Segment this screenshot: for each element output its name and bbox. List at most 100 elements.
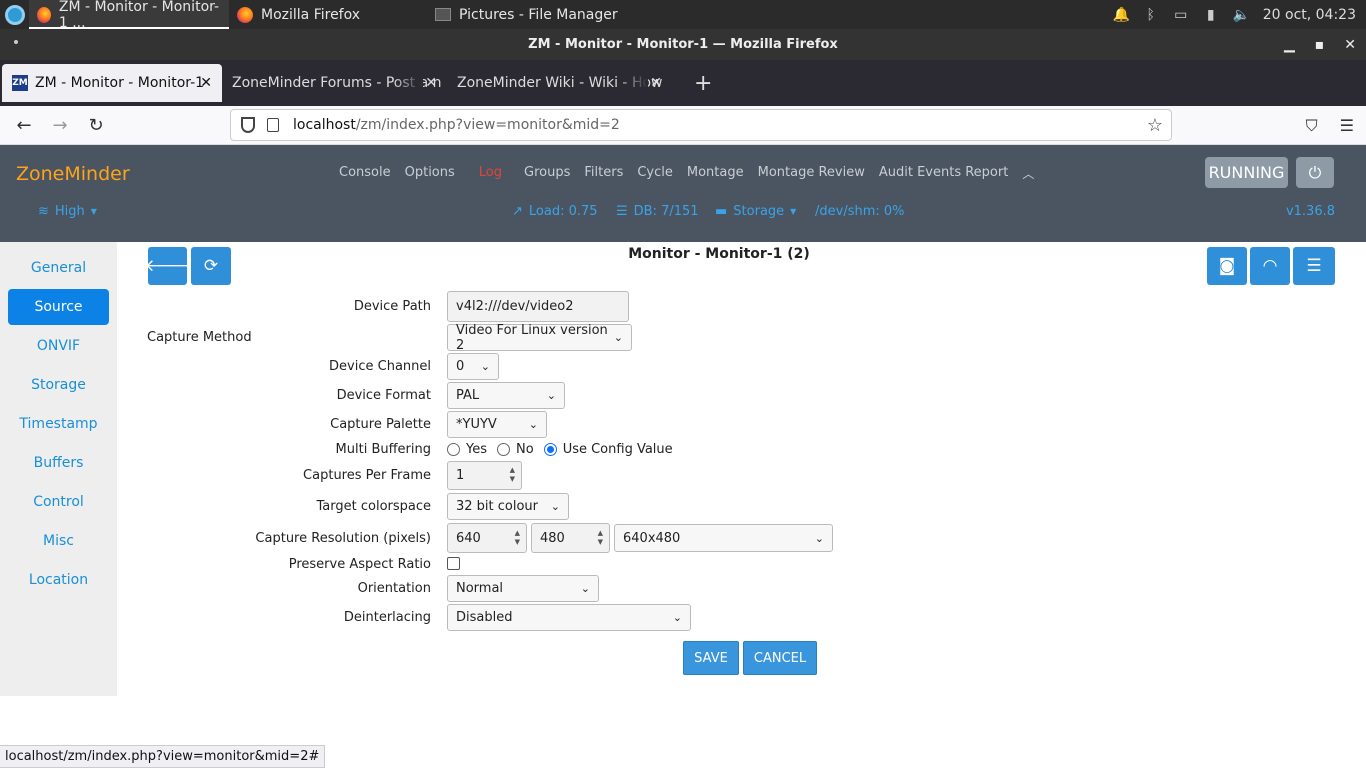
sidebar-item-buffers[interactable]: Buffers xyxy=(8,445,109,481)
menu-cycle[interactable]: Cycle xyxy=(637,165,673,182)
target-colorspace-select[interactable]: 32 bit colour ⌄ xyxy=(447,493,569,520)
database-icon: ☰ xyxy=(616,204,628,219)
save-button[interactable]: SAVE xyxy=(683,641,739,675)
menu-console[interactable]: Console xyxy=(339,165,391,182)
zm-logo[interactable]: ZoneMinder xyxy=(16,163,130,185)
stepper-icon[interactable]: ▲ ▼ xyxy=(598,529,603,547)
deinterlacing-select[interactable]: Disabled ⌄ xyxy=(447,604,691,631)
run-state-button[interactable]: RUNNING xyxy=(1205,157,1288,188)
bookmark-star-icon[interactable]: ☆ xyxy=(1147,115,1163,136)
pocket-icon[interactable]: ⛉ xyxy=(1306,116,1318,136)
zm-header: ZoneMinder Console Options Log Groups Fi… xyxy=(0,145,1366,242)
clock[interactable]: 20 oct, 04:23 xyxy=(1263,7,1356,23)
sidebar-item-control[interactable]: Control xyxy=(8,484,109,520)
shm-label: /dev/shm: 0% xyxy=(815,204,905,219)
close-window-icon[interactable]: ✕ xyxy=(1344,37,1356,53)
browser-tab-wiki[interactable]: ZoneMinder Wiki - Wiki - How ✕ xyxy=(447,60,672,106)
sidebar-item-location[interactable]: Location xyxy=(8,562,109,598)
display-icon[interactable]: ▭ xyxy=(1173,7,1189,23)
orientation-label: Orientation xyxy=(357,581,431,596)
captures-per-frame-input[interactable]: 1 ▲ ▼ xyxy=(447,461,522,490)
chevron-up-icon[interactable]: ︿ xyxy=(1022,165,1034,182)
url-bar[interactable]: localhost/zm/index.php?view=monitor&mid=… xyxy=(230,109,1172,141)
bluetooth-icon[interactable]: ᛒ xyxy=(1143,7,1159,23)
deinterlacing-label: Deinterlacing xyxy=(343,610,431,625)
menu-filters[interactable]: Filters xyxy=(584,165,623,182)
menu-audit-events-report[interactable]: Audit Events Report xyxy=(879,165,1008,182)
back-arrow-icon[interactable]: ← xyxy=(6,115,42,136)
zm-main-menu: Console Options Log Groups Filters Cycle… xyxy=(339,165,1034,182)
hamburger-menu-icon[interactable]: ☰ xyxy=(1340,116,1354,135)
browser-tab-forums[interactable]: ZoneMinder Forums - Post a n ✕ xyxy=(222,60,447,106)
device-channel-select[interactable]: 0 ⌄ xyxy=(447,353,499,380)
resolution-width-input[interactable]: 640 ▲ ▼ xyxy=(447,523,527,553)
sidebar-item-source[interactable]: Source xyxy=(8,289,109,325)
resolution-height-input[interactable]: 480 ▲ ▼ xyxy=(531,523,610,553)
url-host: localhost xyxy=(293,117,356,133)
device-path-input[interactable]: v4l2:///dev/video2 xyxy=(447,291,629,322)
menu-groups[interactable]: Groups xyxy=(524,165,570,182)
stepper-icon[interactable]: ▲ ▼ xyxy=(510,466,515,484)
shield-icon[interactable] xyxy=(241,117,255,133)
preserve-aspect-checkbox[interactable] xyxy=(447,557,460,570)
menu-montage[interactable]: Montage xyxy=(687,165,744,182)
battery-icon[interactable]: ▮ xyxy=(1203,7,1219,23)
menu-options[interactable]: Options xyxy=(405,165,455,182)
device-format-select[interactable]: PAL ⌄ xyxy=(447,382,565,409)
forward-arrow-icon[interactable]: → xyxy=(42,115,78,136)
sidebar-item-misc[interactable]: Misc xyxy=(8,523,109,559)
sidebar-item-timestamp[interactable]: Timestamp xyxy=(8,406,109,442)
close-tab-icon[interactable]: ✕ xyxy=(200,75,212,91)
multi-buffering-no-radio[interactable] xyxy=(497,443,510,456)
list-button[interactable]: ☰ xyxy=(1293,247,1335,285)
taskbar-task-firefox[interactable]: Mozilla Firefox xyxy=(229,0,427,29)
notification-bell-icon[interactable]: 🔔 xyxy=(1113,7,1130,23)
target-colorspace-value: 32 bit colour xyxy=(456,499,539,514)
sidebar-item-onvif[interactable]: ONVIF xyxy=(8,328,109,364)
db-label: DB: 7/151 xyxy=(633,204,699,219)
resolution-preset-select[interactable]: 640x480 ⌄ xyxy=(614,524,833,552)
multi-buffering-config-radio[interactable] xyxy=(543,443,557,456)
wifi-icon: ≋ xyxy=(38,204,49,219)
chevron-down-icon: ⌄ xyxy=(550,500,560,513)
taskbar-task-file-manager[interactable]: Pictures - File Manager xyxy=(427,0,627,29)
monitor-tabs-sidebar: General Source ONVIF Storage Timestamp B… xyxy=(0,242,117,696)
new-tab-icon[interactable]: + xyxy=(694,71,712,96)
window-menu-icon[interactable] xyxy=(14,40,18,44)
chevron-down-icon: ⌄ xyxy=(580,582,590,595)
menu-montage-review[interactable]: Montage Review xyxy=(758,165,865,182)
folder-icon: ▬ xyxy=(715,204,728,219)
reload-icon[interactable]: ↻ xyxy=(78,115,114,136)
load-status: ↗ Load: 0.75 xyxy=(512,204,598,219)
capture-palette-select[interactable]: *YUYV ⌄ xyxy=(447,411,547,438)
power-icon[interactable]: ⏻ xyxy=(1296,157,1334,188)
capture-palette-label: Capture Palette xyxy=(330,417,431,432)
file-manager-icon xyxy=(435,8,451,21)
volume-icon[interactable]: 🔈 xyxy=(1233,7,1250,23)
minimize-icon[interactable]: ▁ xyxy=(1284,37,1295,53)
bandwidth-dropdown[interactable]: ≋ High ▼ xyxy=(38,204,97,219)
browser-status-bar: localhost/zm/index.php?view=monitor&mid=… xyxy=(0,745,326,768)
taskbar-task-zm[interactable]: ZM - Monitor - Monitor-1 ... xyxy=(29,0,229,31)
trend-up-icon: ↗ xyxy=(512,204,523,219)
radio-label-config: Use Config Value xyxy=(562,442,673,457)
version-label[interactable]: v1.36.8 xyxy=(1286,204,1335,219)
app-menu-button[interactable] xyxy=(0,0,29,29)
sidebar-item-storage[interactable]: Storage xyxy=(8,367,109,403)
maximize-icon[interactable]: ▪ xyxy=(1315,37,1325,53)
menu-log[interactable]: Log xyxy=(479,165,502,182)
multi-buffering-yes-radio[interactable] xyxy=(447,443,460,456)
rss-icon: ◠ xyxy=(1262,256,1278,276)
close-tab-icon[interactable]: ✕ xyxy=(425,75,437,91)
storage-dropdown[interactable]: ▬ Storage ▼ xyxy=(715,204,796,219)
device-channel-value: 0 xyxy=(456,359,465,374)
capture-method-select[interactable]: Video For Linux version 2 ⌄ xyxy=(447,323,632,353)
close-tab-icon[interactable]: ✕ xyxy=(650,75,662,91)
cancel-button[interactable]: CANCEL xyxy=(743,641,817,675)
orientation-select[interactable]: Normal ⌄ xyxy=(447,575,599,602)
rss-square-button[interactable]: ◙ xyxy=(1207,247,1247,285)
rss-button[interactable]: ◠ xyxy=(1250,247,1290,285)
page-info-icon[interactable] xyxy=(267,118,279,132)
stepper-icon[interactable]: ▲ ▼ xyxy=(515,529,520,547)
browser-tab-zm[interactable]: ZM ZM - Monitor - Monitor-1 ✕ xyxy=(2,64,222,102)
